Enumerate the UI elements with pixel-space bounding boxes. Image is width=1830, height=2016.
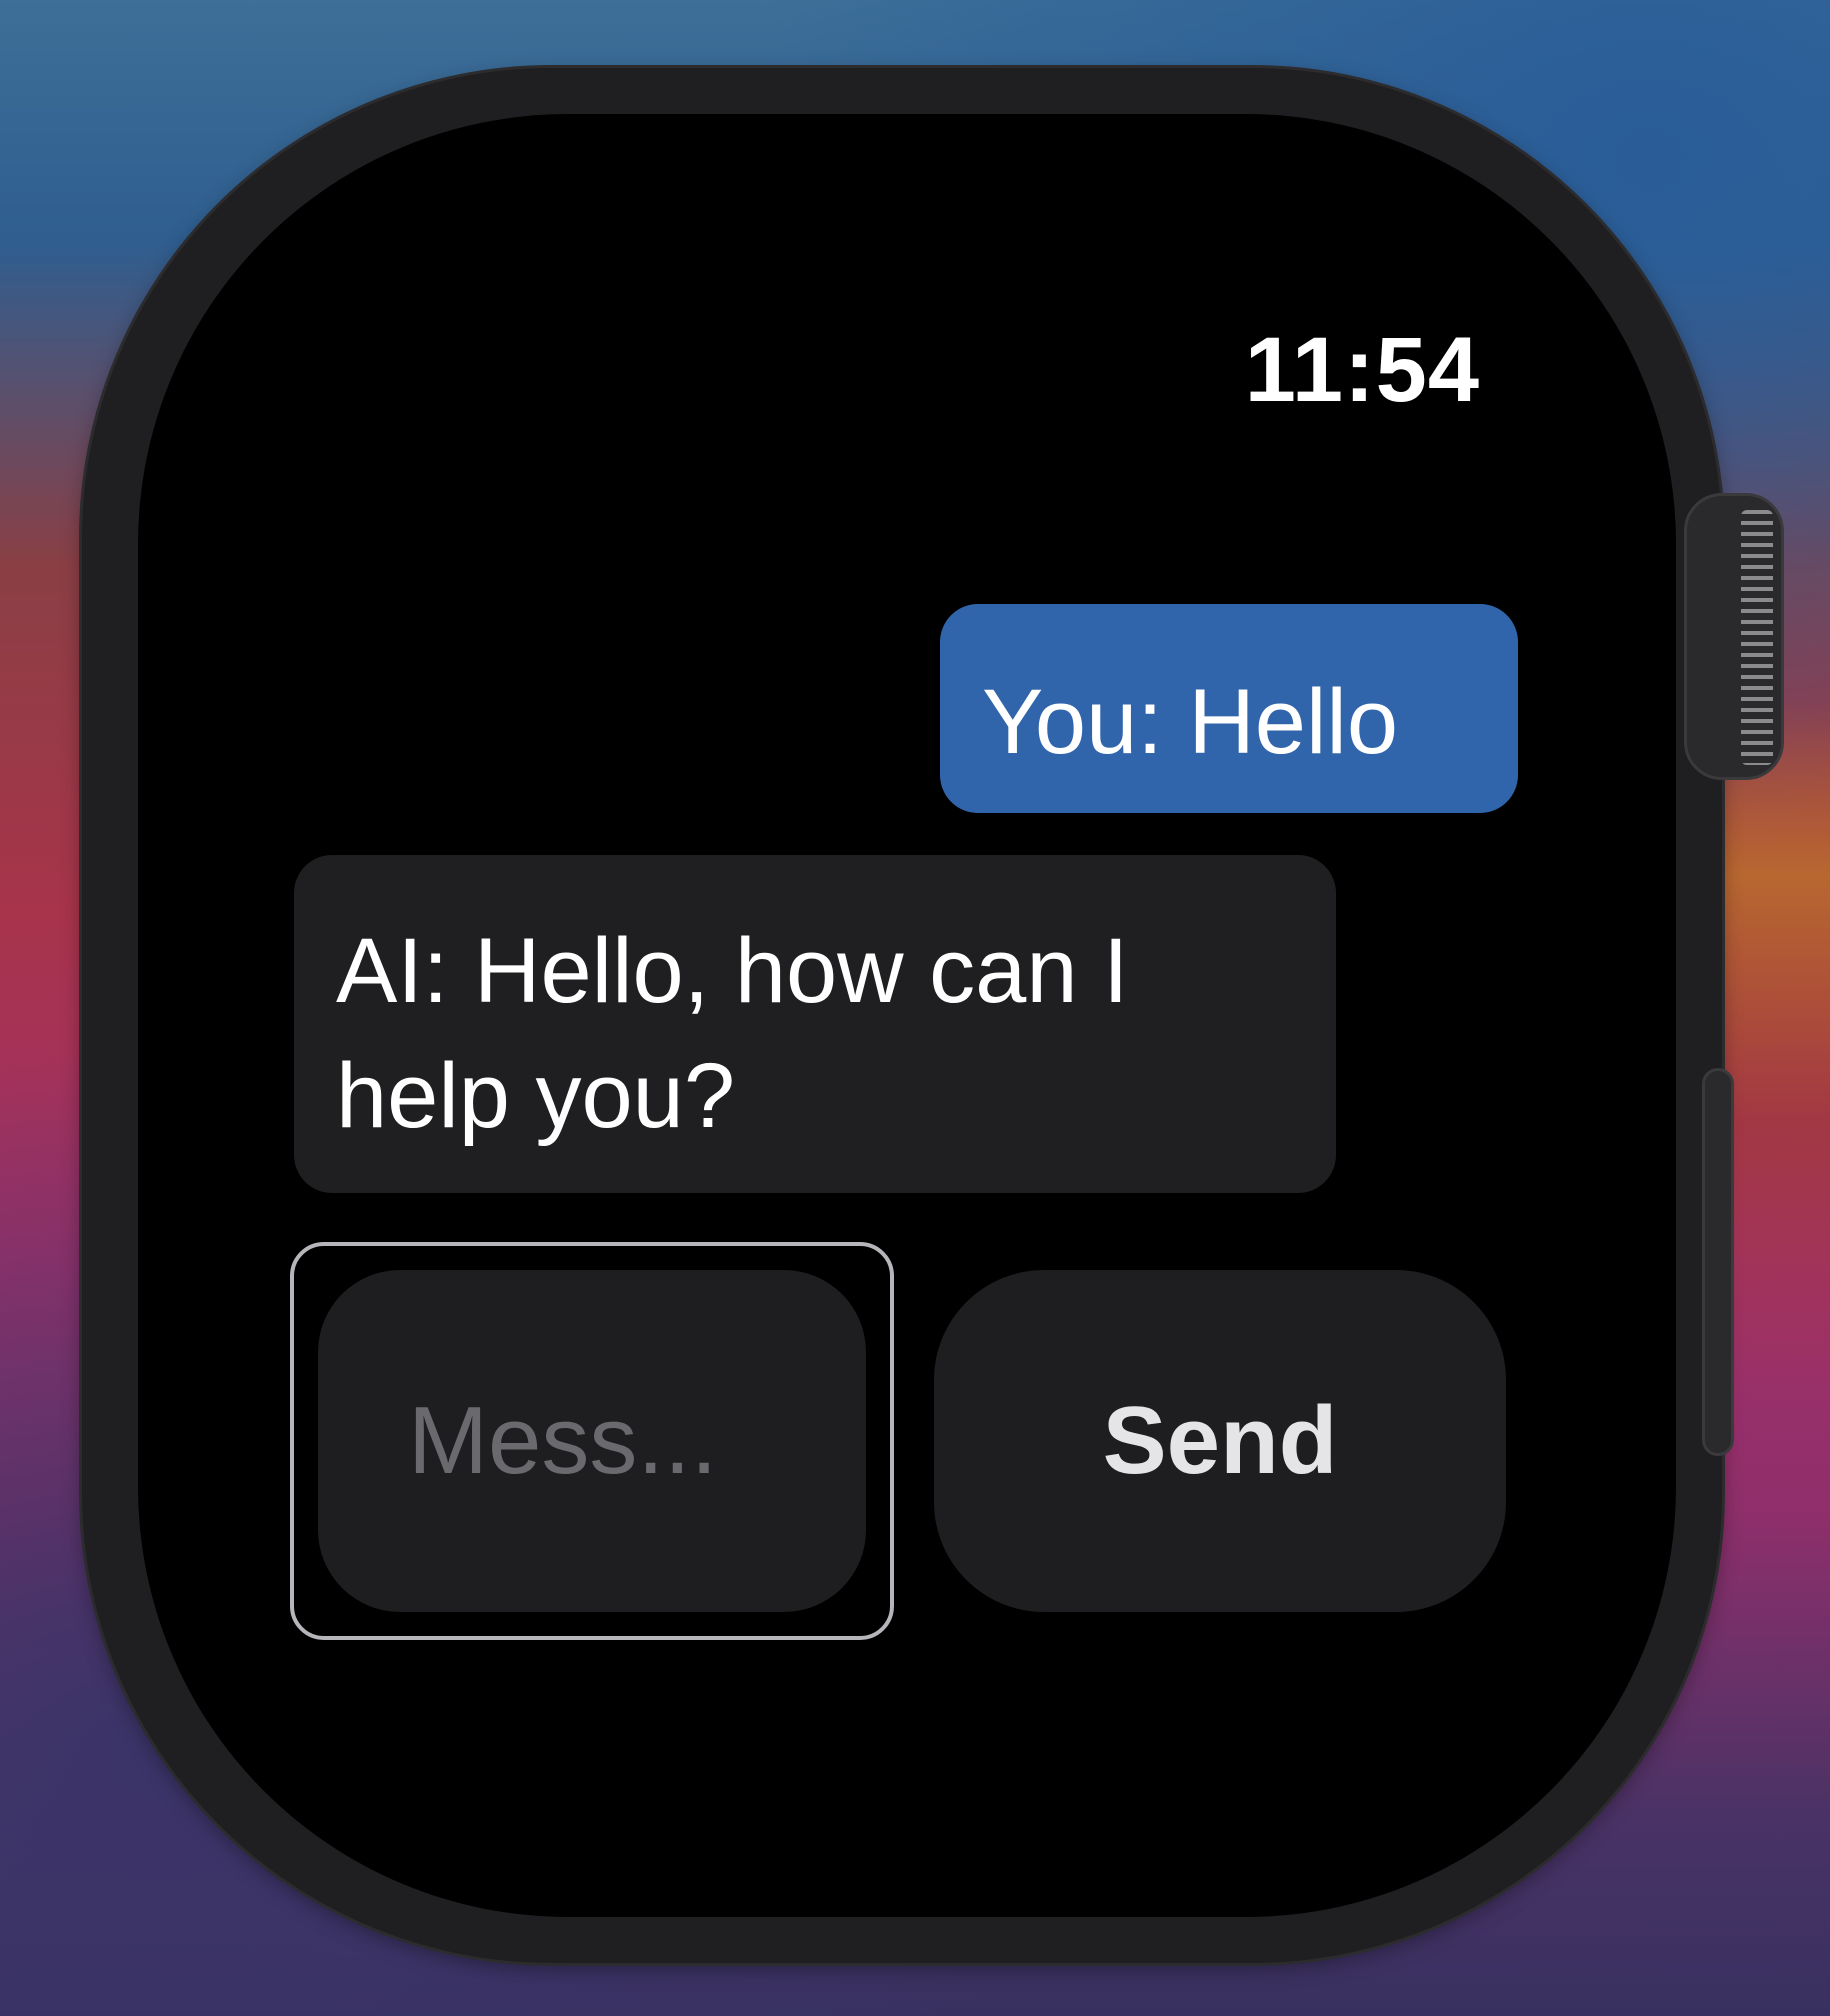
side-button[interactable] (1702, 1068, 1734, 1456)
message-input[interactable]: Mess... (318, 1270, 866, 1612)
user-message-bubble: You: Hello (940, 604, 1518, 813)
status-time: 11:54 (1244, 319, 1480, 421)
crown-ridges (1741, 510, 1773, 765)
send-button[interactable]: Send (934, 1270, 1506, 1612)
ai-message-bubble: AI: Hello, how can I help you? (294, 855, 1336, 1193)
digital-crown[interactable] (1684, 493, 1784, 780)
